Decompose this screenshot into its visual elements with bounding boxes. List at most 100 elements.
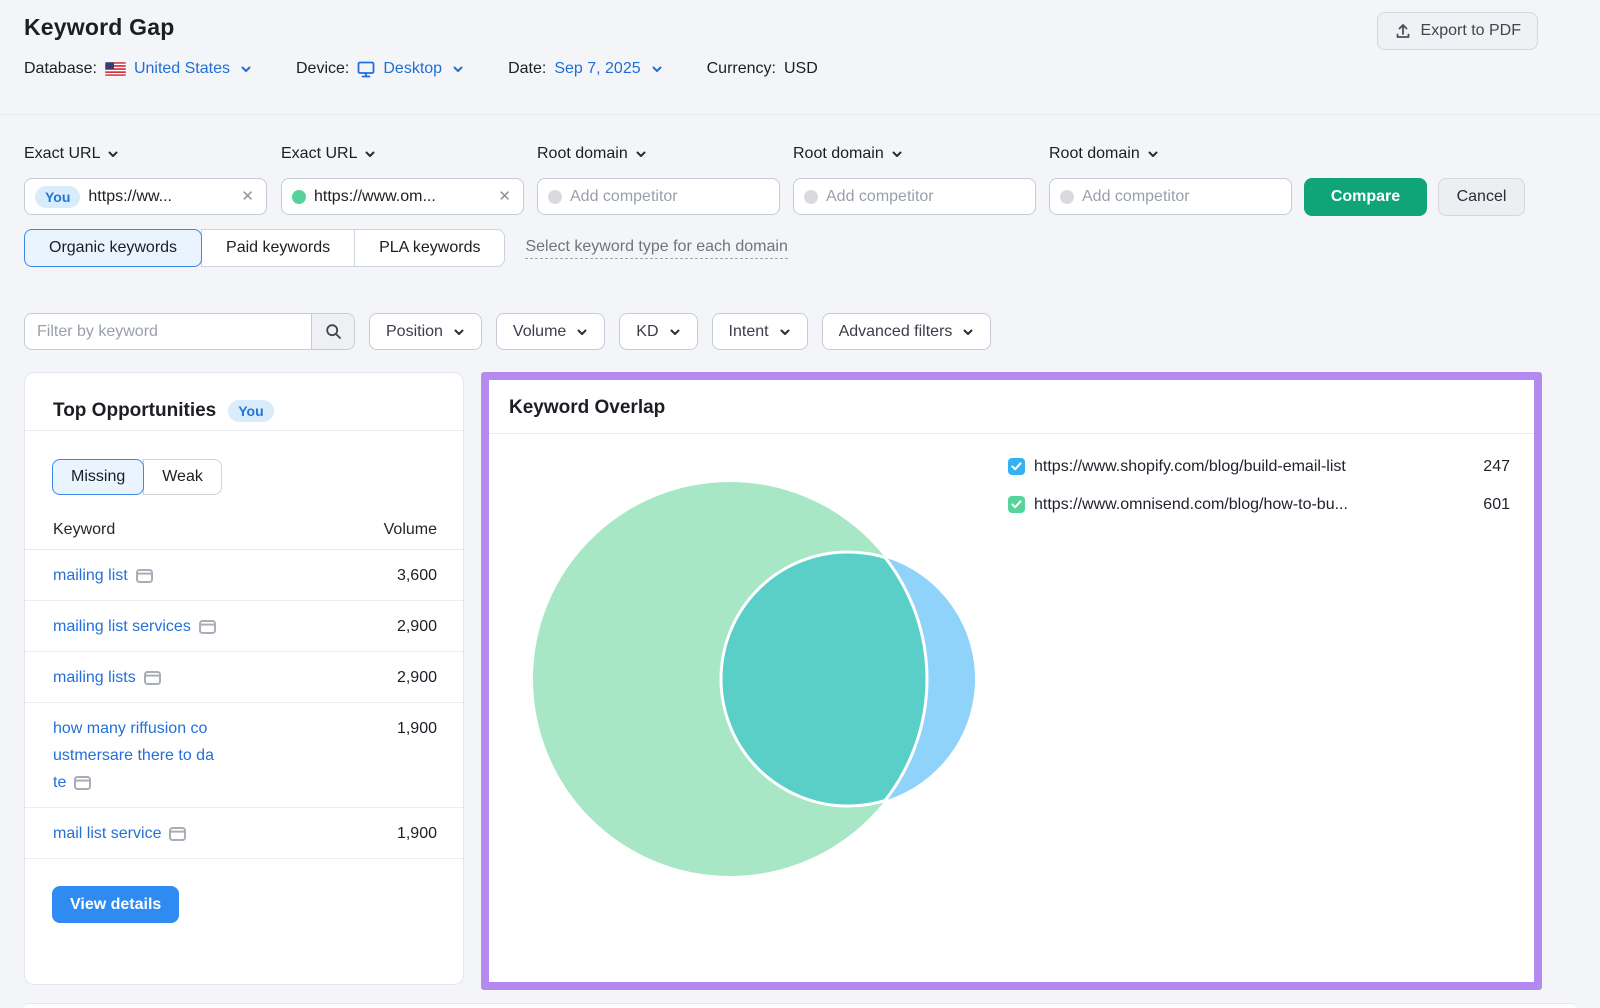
keyword-link[interactable]: te	[53, 769, 66, 796]
volume-value: 2,900	[397, 613, 437, 640]
keyword-column-header: Keyword	[53, 521, 384, 539]
volume-value: 1,900	[397, 715, 437, 796]
volume-value: 3,600	[397, 562, 437, 589]
desktop-icon	[357, 61, 375, 78]
toggle-weak[interactable]: Weak	[143, 459, 222, 495]
serp-features-icon	[169, 827, 186, 841]
match-type-label: Root domain	[537, 145, 628, 163]
match-type-label: Root domain	[1049, 145, 1140, 163]
keyword-link[interactable]: how many riffusion co	[53, 715, 207, 742]
match-type-dropdown[interactable]: Exact URL	[24, 143, 267, 165]
keyword-gap-page: Keyword Gap Export to PDF Database:	[0, 0, 1600, 1007]
panel-divider	[489, 433, 1534, 434]
add-competitor-input[interactable]: Add competitor	[793, 178, 1036, 215]
chevron-down-icon	[1147, 148, 1159, 160]
compare-button[interactable]: Compare	[1304, 178, 1427, 216]
add-competitor-placeholder: Add competitor	[570, 188, 769, 206]
date-label: Date:	[508, 60, 546, 78]
currency-value: USD	[784, 60, 818, 78]
keyword-link[interactable]: mail list service	[53, 820, 161, 847]
you-domain-input[interactable]: You https://ww... ✕	[24, 178, 267, 215]
date-value: Sep 7, 2025	[554, 60, 640, 78]
legend-url: https://www.shopify.com/blog/build-email…	[1034, 458, 1465, 476]
match-type-label: Root domain	[793, 145, 884, 163]
add-competitor-input[interactable]: Add competitor	[1049, 178, 1292, 215]
database-label: Database:	[24, 60, 97, 78]
panel-divider	[25, 430, 463, 431]
competitor-domain-input[interactable]: https://www.om...✕	[281, 178, 524, 215]
chevron-down-icon	[962, 326, 974, 338]
close-icon[interactable]: ✕	[239, 187, 256, 206]
report-settings-bar: Database: United States Devic	[24, 60, 818, 78]
tab-paid-keywords[interactable]: Paid keywords	[201, 229, 355, 267]
serp-features-icon	[144, 671, 161, 685]
empty-dot-icon	[804, 190, 818, 204]
filter-dropdown-label: Intent	[729, 323, 769, 341]
tab-pla-keywords[interactable]: PLA keywords	[354, 229, 505, 267]
date-selector[interactable]: Date: Sep 7, 2025	[508, 60, 663, 78]
legend-url: https://www.omnisend.com/blog/how-to-bu.…	[1034, 496, 1465, 514]
selector-column: Exact URL You https://ww... ✕	[24, 143, 267, 215]
you-badge: You	[228, 400, 273, 422]
keyword-type-tabs: Organic keywordsPaid keywordsPLA keyword…	[24, 229, 505, 267]
volume-value: 2,900	[397, 664, 437, 691]
match-type-dropdown[interactable]: Root domain	[793, 143, 1036, 165]
close-icon[interactable]: ✕	[496, 187, 513, 206]
chevron-down-icon	[107, 148, 119, 160]
device-value: Desktop	[383, 60, 442, 78]
filter-dropdown-position[interactable]: Position	[369, 313, 482, 350]
selector-column: Root domain Add competitor	[1049, 143, 1292, 215]
filter-dropdown-label: KD	[636, 323, 658, 341]
keyword-filter-input[interactable]	[25, 314, 311, 349]
export-icon	[1394, 22, 1412, 40]
empty-dot-icon	[548, 190, 562, 204]
filter-dropdown-volume[interactable]: Volume	[496, 313, 605, 350]
match-type-label: Exact URL	[281, 145, 357, 163]
toggle-missing[interactable]: Missing	[52, 459, 144, 495]
select-keyword-type-link[interactable]: Select keyword type for each domain	[525, 238, 787, 259]
view-details-button[interactable]: View details	[52, 886, 179, 923]
keyword-link[interactable]: mailing list	[53, 562, 128, 589]
filter-dropdowns: Position Volume KD Intent Advanced filters	[369, 313, 991, 350]
table-row: mailing lists 2,900	[25, 652, 463, 703]
chevron-down-icon	[891, 148, 903, 160]
domain-value: https://ww...	[88, 188, 231, 206]
table-row: how many riffusion coustmersare there to…	[25, 703, 463, 808]
filter-dropdown-advanced-filters[interactable]: Advanced filters	[822, 313, 992, 350]
keyword-table-body: mailing list 3,600 mailing list services 2,…	[25, 550, 463, 859]
tab-organic-keywords[interactable]: Organic keywords	[24, 229, 202, 267]
empty-dot-icon	[1060, 190, 1074, 204]
legend-checkbox[interactable]	[1008, 496, 1025, 513]
search-button[interactable]	[311, 314, 354, 349]
keyword-link[interactable]: mailing lists	[53, 664, 136, 691]
serp-features-icon	[74, 776, 91, 790]
add-competitor-placeholder: Add competitor	[826, 188, 1025, 206]
keyword-link[interactable]: ustmersare there to da	[53, 742, 214, 769]
add-competitor-input[interactable]: Add competitor	[537, 178, 780, 215]
filter-dropdown-kd[interactable]: KD	[619, 313, 697, 350]
keyword-overlap-panel: Keyword Overlap https://www.shopify.com/…	[481, 372, 1542, 990]
selector-column: Root domain Add competitor	[537, 143, 780, 215]
match-type-dropdown[interactable]: Root domain	[537, 143, 780, 165]
match-type-dropdown[interactable]: Exact URL	[281, 143, 524, 165]
serp-features-icon	[136, 569, 153, 583]
table-row: mailing list services 2,900	[25, 601, 463, 652]
filter-dropdown-intent[interactable]: Intent	[712, 313, 808, 350]
database-selector[interactable]: Database: United States	[24, 60, 252, 78]
you-badge: You	[35, 186, 80, 208]
venn-diagram	[500, 460, 980, 900]
table-row: mail list service1,900	[25, 808, 463, 859]
cancel-button[interactable]: Cancel	[1438, 178, 1525, 216]
next-section-edge	[24, 1004, 1576, 1008]
match-type-label: Exact URL	[24, 145, 100, 163]
serp-features-icon	[199, 620, 216, 634]
legend-checkbox[interactable]	[1008, 458, 1025, 475]
filter-dropdown-label: Advanced filters	[839, 323, 953, 341]
keyword-link[interactable]: mailing list services	[53, 613, 191, 640]
match-type-dropdown[interactable]: Root domain	[1049, 143, 1292, 165]
missing-weak-toggle: MissingWeak	[52, 459, 463, 495]
device-selector[interactable]: Device: Desktop	[296, 60, 464, 78]
export-to-pdf-button[interactable]: Export to PDF	[1377, 12, 1538, 50]
chevron-down-icon	[635, 148, 647, 160]
chevron-down-icon	[364, 148, 376, 160]
